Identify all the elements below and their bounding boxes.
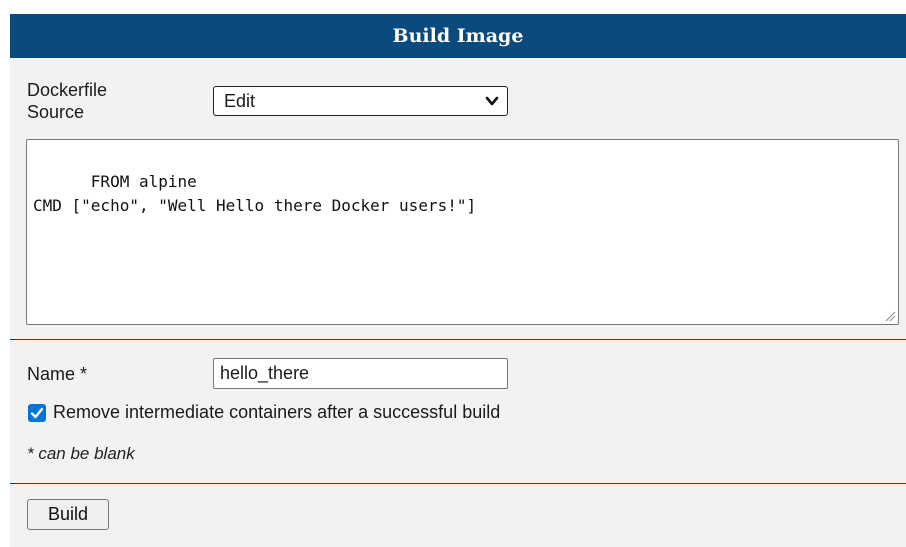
name-label: Name * xyxy=(27,364,88,384)
dockerfile-source-label-line2: Source xyxy=(27,102,85,122)
actions-section: Build xyxy=(10,483,906,547)
dockerfile-content-textarea[interactable]: FROM alpine CMD ["echo", "Well Hello the… xyxy=(26,139,899,325)
build-image-panel: Build Image Dockerfile Source Edit FROM … xyxy=(10,14,906,547)
checkmark-icon xyxy=(30,407,44,418)
panel-title: Build Image xyxy=(392,25,524,47)
dockerfile-source-value: Edit xyxy=(224,90,256,111)
dockerfile-content-text: FROM alpine CMD ["echo", "Well Hello the… xyxy=(33,172,477,215)
remove-intermediate-option[interactable]: Remove intermediate containers after a s… xyxy=(28,402,500,423)
dockerfile-source-select[interactable]: Edit xyxy=(213,86,508,116)
blank-note: * can be blank xyxy=(27,444,135,463)
panel-header: Build Image xyxy=(10,14,906,58)
dockerfile-source-label-line1: Dockerfile xyxy=(27,80,108,100)
name-input-value: hello_there xyxy=(220,363,310,383)
resize-grip-icon[interactable] xyxy=(884,310,896,322)
build-options-section: Name * hello_there Remove intermediate c… xyxy=(10,339,906,483)
remove-intermediate-checkbox[interactable] xyxy=(28,403,46,422)
dockerfile-section: Dockerfile Source Edit FROM alpine CMD [… xyxy=(10,58,906,339)
name-input[interactable]: hello_there xyxy=(213,358,508,389)
dockerfile-source-label: Dockerfile Source xyxy=(27,79,107,123)
build-button[interactable]: Build xyxy=(27,499,109,530)
chevron-down-icon xyxy=(485,96,499,106)
remove-intermediate-label: Remove intermediate containers after a s… xyxy=(53,402,501,422)
